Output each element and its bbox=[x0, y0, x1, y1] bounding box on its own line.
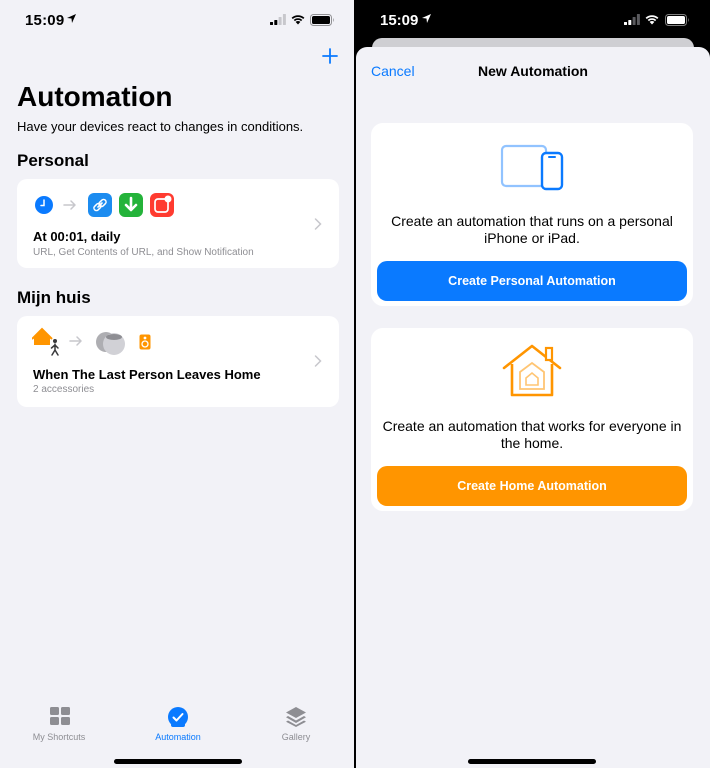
tab-label: My Shortcuts bbox=[32, 732, 86, 742]
arrow-right-icon bbox=[69, 336, 82, 346]
home-indicator bbox=[114, 759, 242, 764]
status-bar: 15:09 bbox=[356, 10, 710, 30]
chevron-right-icon bbox=[314, 218, 322, 230]
add-automation-button[interactable] bbox=[320, 46, 340, 66]
home-automation-card: Create an automation that works for ever… bbox=[371, 328, 693, 511]
section-title-home: Mijn huis bbox=[17, 288, 91, 307]
home-person-icon bbox=[32, 327, 59, 356]
personal-automation-card: Create an automation that runs on a pers… bbox=[371, 123, 693, 306]
location-arrow-icon bbox=[422, 14, 431, 23]
home-indicator bbox=[468, 759, 596, 764]
home-description: Create an automation that works for ever… bbox=[382, 418, 682, 451]
card-title: At 00:01, daily bbox=[33, 229, 121, 244]
arrow-right-icon bbox=[63, 200, 76, 210]
cellular-signal-icon bbox=[624, 14, 640, 25]
page-title: Automation bbox=[17, 81, 173, 112]
tab-label: Automation bbox=[155, 732, 201, 742]
section-title-personal: Personal bbox=[17, 151, 89, 170]
card-title: When The Last Person Leaves Home bbox=[33, 367, 261, 382]
status-bar: 15:09 bbox=[0, 10, 354, 30]
download-icon bbox=[119, 193, 143, 217]
grid-icon bbox=[50, 707, 70, 725]
clock-icon bbox=[35, 196, 53, 214]
battery-icon bbox=[310, 14, 334, 26]
new-automation-sheet: New Automation Cancel Create an automati… bbox=[356, 47, 710, 768]
devices-icon bbox=[500, 144, 564, 191]
location-arrow-icon bbox=[67, 14, 76, 23]
status-time: 15:09 bbox=[25, 12, 65, 29]
cellular-signal-icon bbox=[270, 14, 286, 25]
speaker-icon bbox=[139, 334, 151, 350]
notification-icon bbox=[150, 193, 174, 217]
personal-description: Create an automation that runs on a pers… bbox=[391, 213, 673, 246]
automation-check-icon bbox=[168, 707, 188, 727]
home-icon bbox=[502, 344, 562, 397]
status-time: 15:09 bbox=[380, 12, 419, 29]
link-icon bbox=[88, 193, 112, 217]
create-personal-automation-button[interactable]: Create Personal Automation bbox=[377, 261, 687, 301]
tab-bar: My Shortcuts Automation Gallery bbox=[0, 700, 354, 768]
layers-icon bbox=[286, 707, 306, 727]
chevron-right-icon bbox=[314, 355, 322, 367]
automation-card-personal[interactable]: At 00:01, daily URL, Get Contents of URL… bbox=[17, 179, 339, 268]
card-subtitle: 2 accessories bbox=[33, 384, 95, 395]
wifi-icon bbox=[645, 15, 659, 25]
automation-screen: 15:09 Automation Have your devices react… bbox=[0, 0, 354, 768]
create-home-automation-button[interactable]: Create Home Automation bbox=[377, 466, 687, 506]
new-automation-screen: 15:09 New Automation Cancel Create an au… bbox=[356, 0, 710, 768]
homepod-icon bbox=[96, 332, 125, 355]
cancel-button[interactable]: Cancel bbox=[371, 63, 415, 79]
battery-icon bbox=[665, 14, 689, 26]
wifi-icon bbox=[291, 15, 305, 25]
automation-card-home[interactable]: When The Last Person Leaves Home 2 acces… bbox=[17, 316, 339, 407]
tab-label: Gallery bbox=[281, 732, 311, 742]
card-subtitle: URL, Get Contents of URL, and Show Notif… bbox=[33, 247, 254, 258]
page-subtitle: Have your devices react to changes in co… bbox=[17, 119, 304, 134]
